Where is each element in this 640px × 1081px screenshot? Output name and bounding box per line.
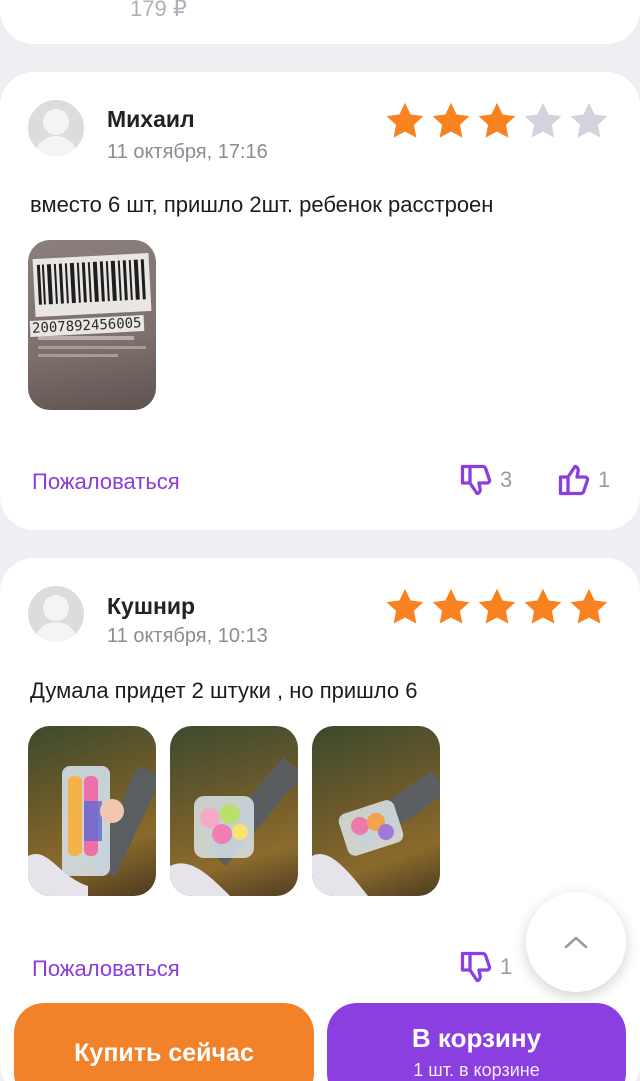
like-button[interactable]: 1 <box>556 462 610 498</box>
cart-count-label: 1 шт. в корзине <box>413 1060 540 1080</box>
thumbs-up-icon <box>558 464 590 496</box>
review-photo[interactable]: 2007892456005 <box>28 240 156 410</box>
buy-now-label: Купить сейчас <box>74 1039 254 1067</box>
star-icon <box>432 102 470 138</box>
review-author: Кушнир <box>107 593 196 619</box>
thumbs-down-icon <box>460 464 492 496</box>
review-photos: 2007892456005 <box>28 240 156 410</box>
thumbs-down-icon <box>460 951 492 983</box>
chevron-up-icon <box>564 936 588 949</box>
scroll-top-button[interactable] <box>526 892 626 992</box>
review-date: 11 октября, 17:16 <box>107 141 268 163</box>
add-to-cart-button[interactable]: В корзину 1 шт. в корзине <box>327 1003 626 1081</box>
review-text: вместо 6 шт, пришло 2шт. ребенок расстро… <box>30 192 494 217</box>
review-text: Думала придет 2 штуки , но пришло 6 <box>30 678 418 703</box>
review-photos <box>28 726 440 896</box>
dislike-count: 1 <box>500 954 513 979</box>
star-icon <box>432 588 470 624</box>
star-icon <box>478 588 516 624</box>
review-card: Михаил 11 октября, 17:16 вместо 6 шт, пр… <box>0 72 640 530</box>
buy-now-button[interactable]: Купить сейчас <box>14 1003 314 1081</box>
rating-stars <box>384 586 610 628</box>
star-icon <box>386 102 424 138</box>
avatar-placeholder-icon <box>28 586 84 642</box>
star-icon <box>478 102 516 138</box>
star-icon <box>524 588 562 624</box>
rating-stars <box>384 100 610 142</box>
like-count: 1 <box>598 467 611 492</box>
star-empty-icon <box>570 102 608 138</box>
dislike-button[interactable]: 3 <box>458 462 512 498</box>
dislike-count: 3 <box>500 467 513 492</box>
star-icon <box>570 588 608 624</box>
avatar-placeholder-icon <box>28 100 84 156</box>
complain-link[interactable]: Пожаловаться <box>32 956 180 982</box>
review-photo[interactable] <box>170 726 298 896</box>
review-author: Михаил <box>107 106 195 132</box>
previous-card: 179 ₽ <box>0 0 640 44</box>
star-icon <box>386 588 424 624</box>
dislike-button[interactable]: 1 <box>458 949 512 985</box>
price-text: 179 ₽ <box>130 0 187 21</box>
complain-link[interactable]: Пожаловаться <box>32 469 180 495</box>
review-date: 11 октября, 10:13 <box>107 625 268 647</box>
review-photo[interactable] <box>28 726 156 896</box>
add-to-cart-label: В корзину <box>411 1023 542 1053</box>
review-photo[interactable] <box>312 726 440 896</box>
star-empty-icon <box>524 102 562 138</box>
